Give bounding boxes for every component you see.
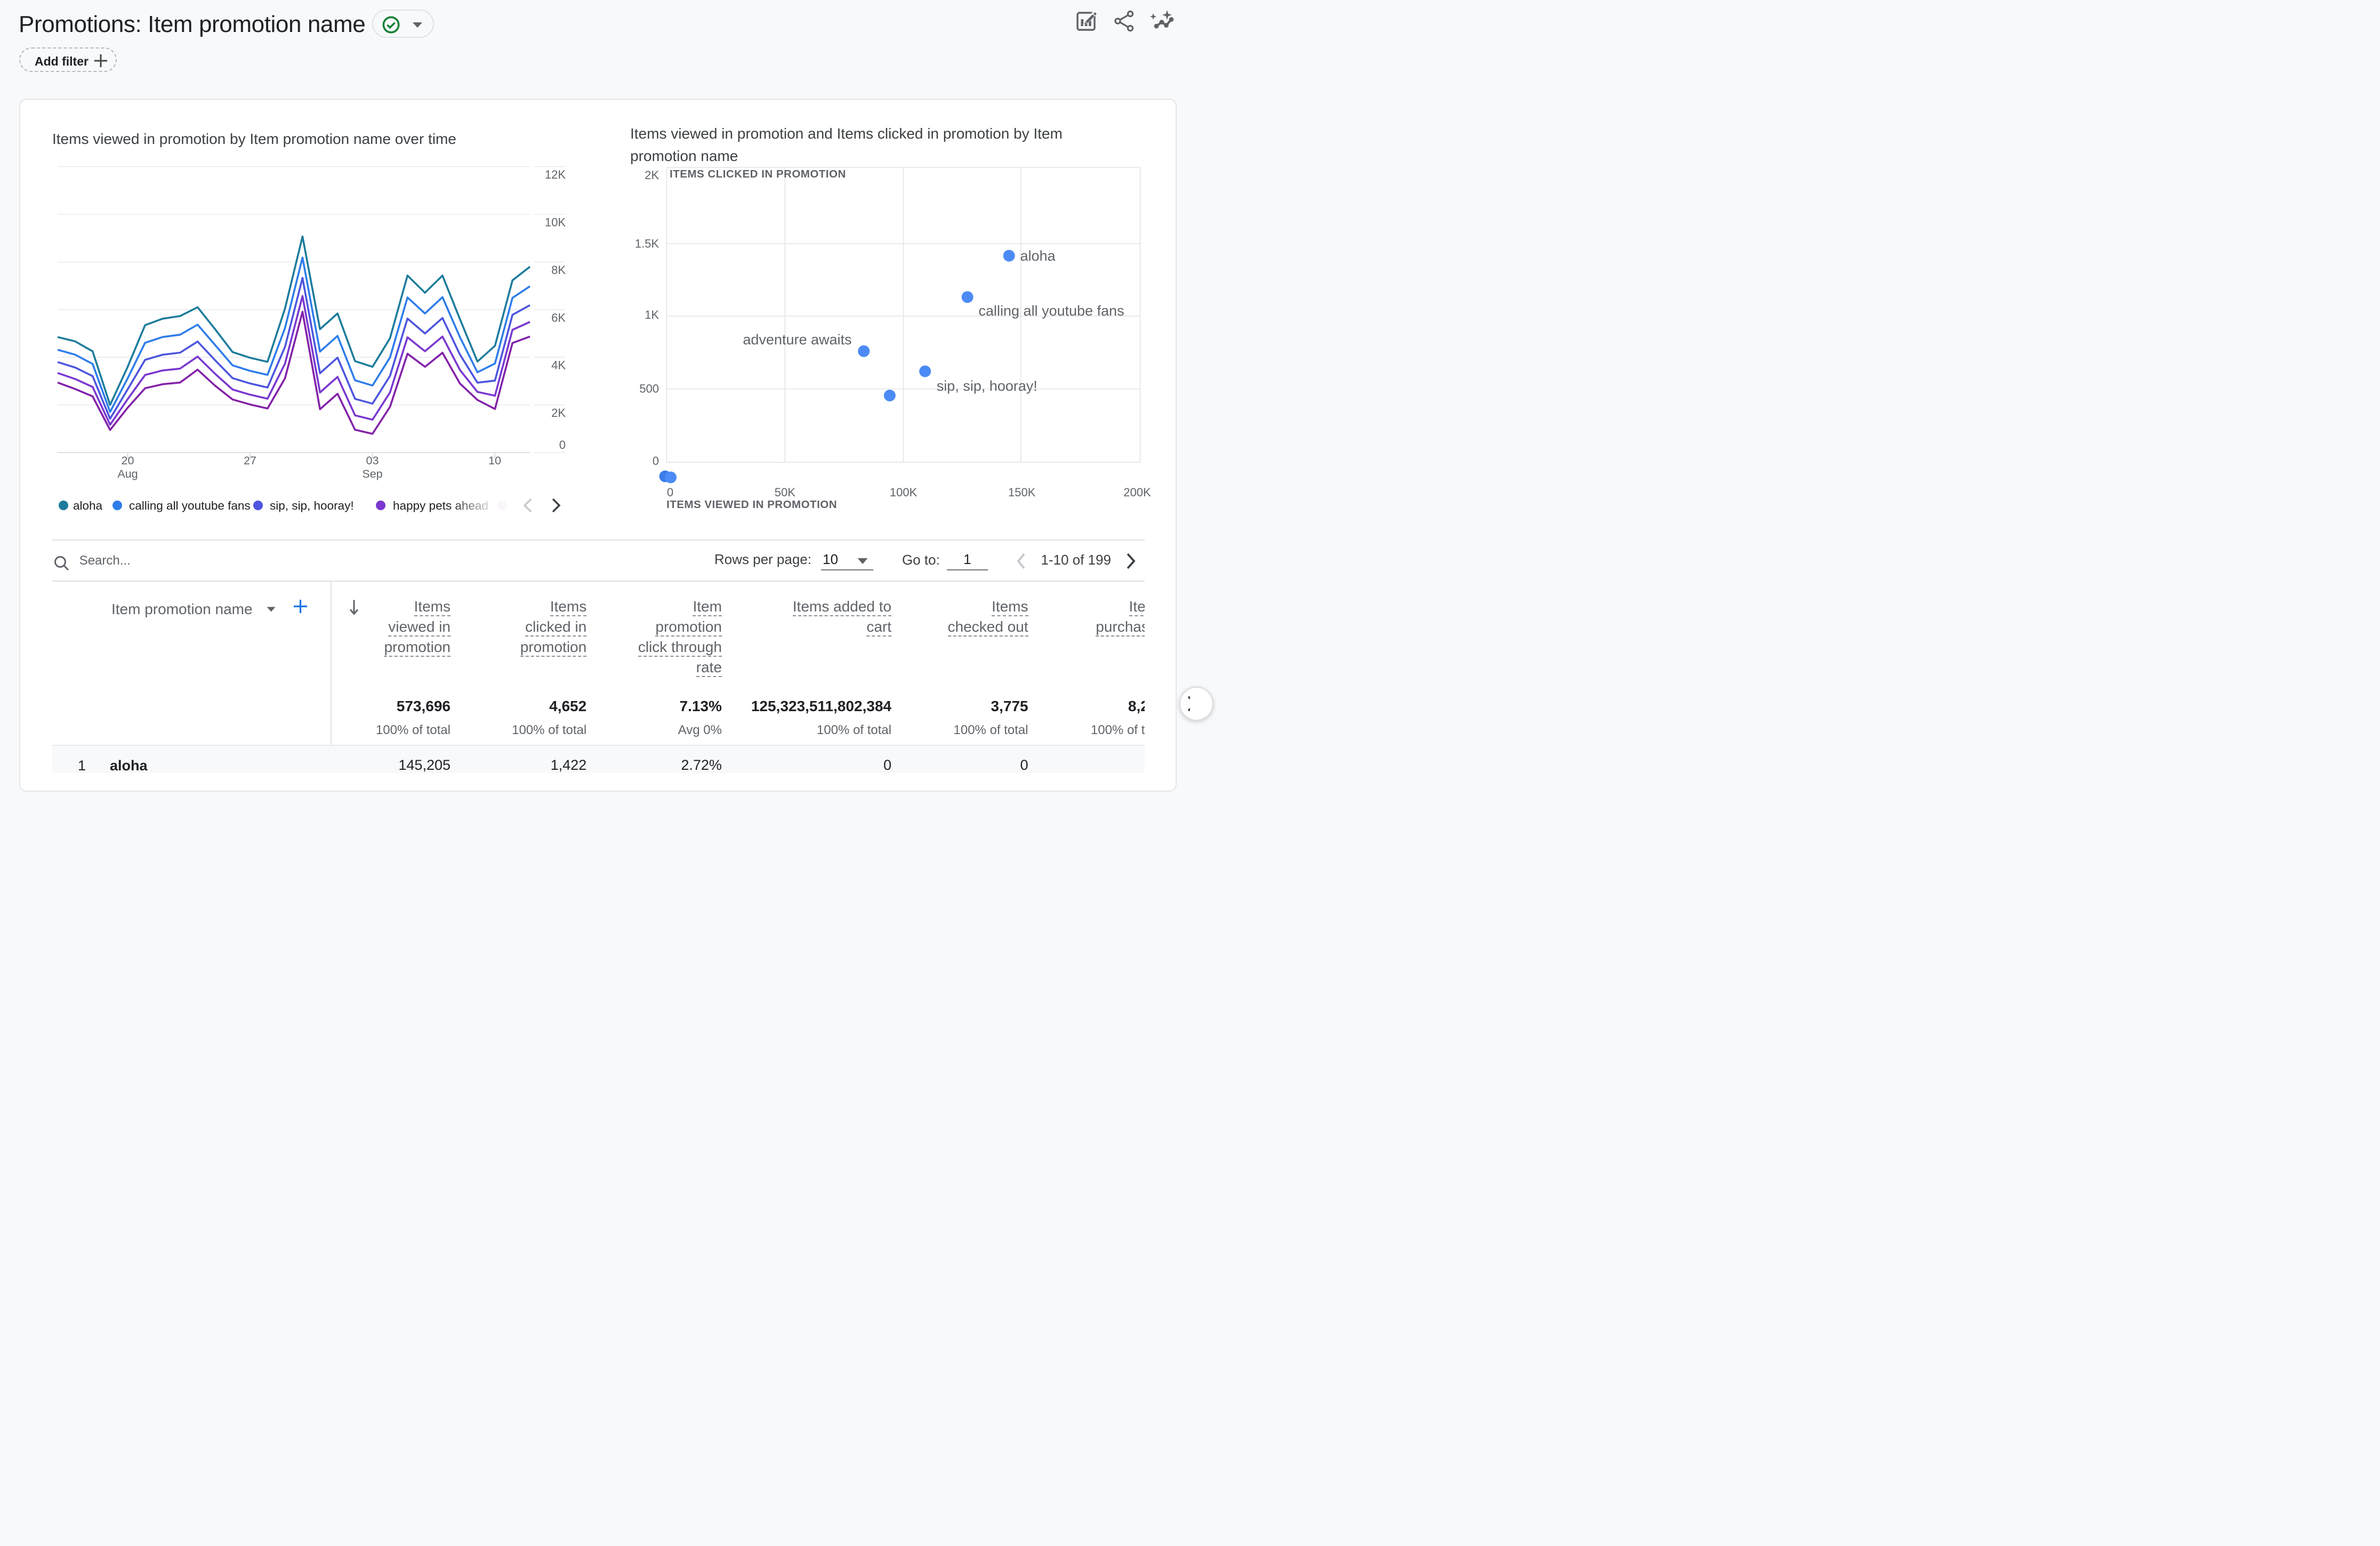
svg-text:150K: 150K — [1008, 486, 1036, 499]
svg-text:8K: 8K — [551, 263, 566, 277]
svg-text:adventure awaits: adventure awaits — [743, 332, 851, 348]
svg-text:200K: 200K — [1123, 486, 1151, 499]
svg-text:03: 03 — [366, 454, 379, 467]
svg-text:12K: 12K — [545, 168, 566, 181]
svg-text:aloha: aloha — [1020, 248, 1056, 264]
svg-text:ITEMS VIEWED IN PROMOTION: ITEMS VIEWED IN PROMOTION — [666, 498, 837, 511]
svg-text:0: 0 — [667, 486, 673, 499]
svg-text:50K: 50K — [775, 486, 795, 499]
svg-text:100K: 100K — [890, 486, 918, 499]
svg-text:aloha: aloha — [73, 499, 103, 512]
svg-text:calling all youtube fans: calling all youtube fans — [129, 499, 251, 512]
svg-text:0: 0 — [559, 438, 566, 452]
svg-text:calling all youtube fans: calling all youtube fans — [978, 303, 1124, 319]
svg-text:6K: 6K — [551, 311, 566, 324]
svg-text:20: 20 — [122, 454, 134, 467]
svg-text:Sep: Sep — [362, 468, 382, 480]
svg-text:500: 500 — [639, 382, 659, 395]
svg-text:2K: 2K — [551, 406, 566, 420]
svg-text:sip, sip, hooray!: sip, sip, hooray! — [937, 378, 1038, 394]
svg-text:2K: 2K — [645, 168, 659, 182]
svg-text:ITEMS CLICKED IN PROMOTION: ITEMS CLICKED IN PROMOTION — [670, 168, 846, 180]
svg-text:1.5K: 1.5K — [635, 237, 660, 250]
svg-text:0: 0 — [653, 454, 659, 468]
svg-text:sip, sip, hooray!: sip, sip, hooray! — [270, 499, 354, 512]
svg-text:4K: 4K — [551, 359, 566, 372]
svg-text:Aug: Aug — [117, 468, 138, 480]
svg-text:10K: 10K — [545, 216, 566, 229]
svg-text:27: 27 — [244, 454, 256, 467]
svg-text:1K: 1K — [645, 308, 659, 321]
svg-text:10: 10 — [488, 454, 501, 467]
